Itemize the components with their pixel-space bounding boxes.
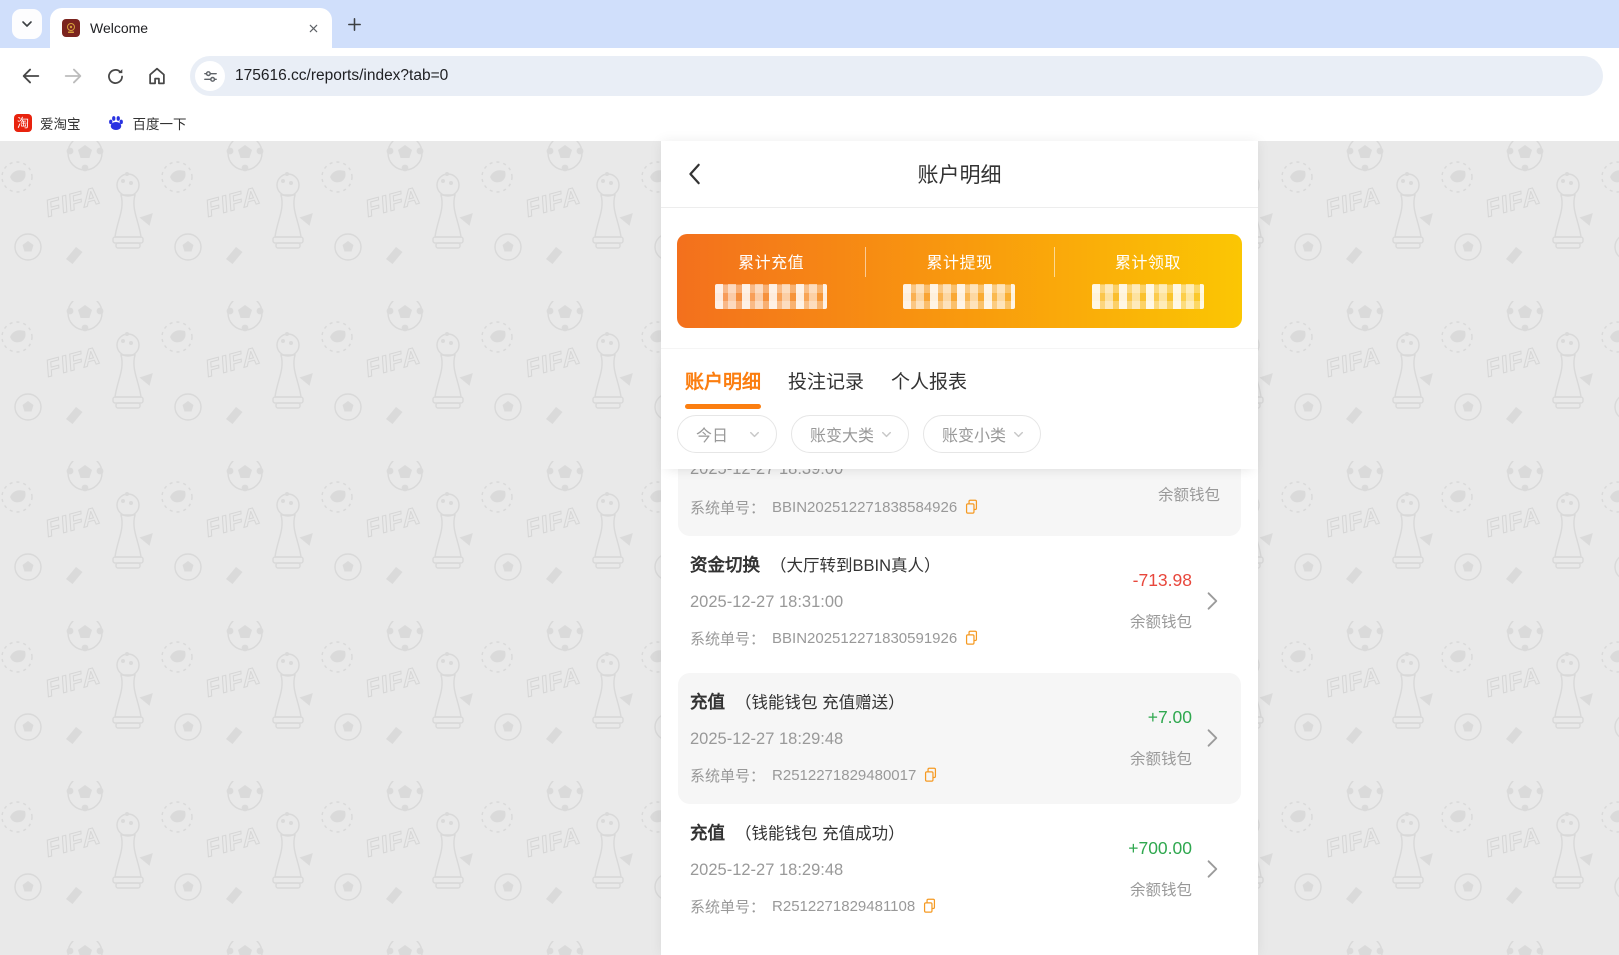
transaction-row[interactable]: 充值 （钱能钱包 充值赠送） 2025-12-27 18:29:48 系统单号：… (678, 673, 1241, 804)
copy-icon (925, 767, 937, 782)
account-detail-page: 账户明细 累计充值 累计提现 累计领取 账户明细 投注记录 个人报表 今日 账变… (661, 141, 1258, 955)
bookmarks-bar: 淘 爱淘宝 百度一下 (0, 104, 1619, 141)
transaction-subtitle: （钱能钱包 充值成功） (735, 825, 905, 843)
summary-section: 累计充值 累计提现 累计领取 (661, 208, 1258, 348)
transaction-type: 充值 (690, 823, 725, 843)
browser-tabstrip: Welcome (0, 0, 1619, 48)
home-button[interactable] (139, 58, 175, 94)
chevron-left-icon (689, 163, 700, 185)
transaction-list[interactable]: 2025-12-27 18:39:00 系统单号： BBIN2025122718… (661, 469, 1258, 955)
wallet-type: 余额钱包 (1129, 750, 1192, 768)
tab-search-button[interactable] (12, 9, 42, 39)
total-claimed: 累计领取 (1053, 234, 1242, 328)
transaction-subtitle: （钱能钱包 充值赠送） (735, 694, 905, 712)
arrow-left-icon (22, 68, 40, 84)
copy-icon (924, 898, 936, 913)
redacted-value (903, 284, 1016, 309)
filter-minor-category-dropdown[interactable]: 账变小类 (923, 415, 1041, 453)
new-tab-button[interactable] (340, 10, 368, 38)
copy-icon (966, 499, 978, 514)
transaction-amount: +7.00 (1147, 706, 1192, 727)
plus-icon (347, 17, 361, 31)
chevron-right-icon (1204, 589, 1220, 613)
transaction-subtitle: （大厅转到BBIN真人） (770, 557, 941, 575)
transaction-row[interactable]: 充值 （钱能钱包 充值成功） 2025-12-27 18:29:48 系统单号：… (661, 804, 1258, 935)
order-label: 系统单号： (690, 499, 766, 517)
home-icon (149, 67, 165, 85)
transaction-type: 资金切换 (690, 555, 760, 575)
url-bar[interactable]: 175616.cc/reports/index?tab=0 (190, 56, 1603, 96)
chevron-right-icon (1204, 726, 1220, 750)
browser-tab-welcome[interactable]: Welcome (50, 8, 332, 48)
back-button[interactable] (13, 58, 49, 94)
transaction-amount: -713.98 (1132, 569, 1192, 590)
order-line: 系统单号： BBIN202512271830591926 (690, 627, 979, 649)
filter-date-dropdown[interactable]: 今日 (677, 415, 777, 453)
transaction-type: 充值 (690, 692, 725, 712)
copy-button[interactable] (923, 767, 938, 783)
order-label: 系统单号： (690, 898, 766, 916)
tune-icon (203, 70, 217, 82)
order-line: 系统单号： BBIN202512271838584926 (690, 496, 979, 518)
clipped-line: 2025-12-27 18:39:00 (690, 469, 979, 480)
transaction-datetime: 2025-12-27 18:29:48 (690, 730, 844, 748)
baidu-icon (107, 114, 125, 132)
transaction-datetime: 2025-12-27 18:39:00 (690, 469, 844, 478)
chevron-down-icon (882, 431, 891, 437)
order-number: BBIN202512271830591926 (772, 629, 958, 647)
tab-bet-records[interactable]: 投注记录 (788, 349, 864, 411)
tab-account-detail[interactable]: 账户明细 (685, 349, 761, 411)
forward-button[interactable] (55, 58, 91, 94)
back-navigation-button[interactable] (675, 141, 715, 207)
total-withdraw: 累计提现 (865, 234, 1053, 328)
redacted-value (715, 284, 828, 309)
copy-button[interactable] (964, 630, 979, 646)
transaction-row[interactable]: 资金切换 （大厅转到BBIN真人） 2025-12-27 18:31:00 系统… (661, 536, 1258, 667)
redacted-value (1091, 284, 1204, 309)
transaction-datetime: 2025-12-27 18:29:48 (690, 861, 844, 879)
site-settings-button[interactable] (195, 61, 225, 91)
filter-row: 今日 账变大类 账变小类 (661, 411, 1258, 469)
page-title: 账户明细 (917, 164, 1002, 187)
totals-card: 累计充值 累计提现 累计领取 (677, 234, 1242, 328)
taobao-icon: 淘 (14, 113, 32, 132)
site-favicon (62, 19, 80, 37)
reload-icon (107, 68, 123, 84)
order-number: R2512271829480017 (772, 766, 917, 784)
chevron-down-icon (1014, 431, 1023, 437)
page-header: 账户明细 (661, 141, 1258, 208)
bookmark-baidu[interactable]: 百度一下 (107, 113, 187, 133)
order-line: 系统单号： R2512271829480017 (690, 764, 938, 786)
tabs-and-filters: 账户明细 投注记录 个人报表 今日 账变大类 账变小类 (661, 348, 1258, 469)
transaction-datetime: 2025-12-27 18:31:00 (690, 593, 844, 611)
total-deposit: 累计充值 (677, 234, 865, 328)
tab-title: Welcome (90, 20, 149, 36)
close-icon (309, 24, 317, 32)
browser-toolbar: 175616.cc/reports/index?tab=0 (0, 48, 1619, 104)
wallet-type: 余额钱包 (1129, 881, 1192, 899)
tab-close-button[interactable] (304, 19, 322, 37)
chevron-down-icon (750, 431, 759, 437)
transaction-row[interactable]: 2025-12-27 18:39:00 系统单号： BBIN2025122718… (678, 469, 1241, 536)
order-label: 系统单号： (690, 630, 766, 648)
reload-button[interactable] (97, 58, 133, 94)
order-number: R2512271829481108 (772, 897, 916, 915)
chevron-down-icon (22, 21, 32, 27)
bookmark-taobao[interactable]: 淘 爱淘宝 (14, 113, 81, 133)
transaction-amount: +700.00 (1128, 837, 1192, 858)
order-line: 系统单号： R2512271829481108 (690, 895, 937, 917)
copy-icon (966, 630, 978, 645)
tab-personal-report[interactable]: 个人报表 (891, 349, 967, 411)
copy-button[interactable] (964, 499, 979, 515)
copy-button[interactable] (922, 898, 937, 914)
arrow-right-icon (64, 68, 82, 84)
wallet-type: 余额钱包 (1129, 613, 1192, 631)
wallet-type: 余额钱包 (1157, 487, 1220, 504)
order-label: 系统单号： (690, 767, 766, 785)
filter-major-category-dropdown[interactable]: 账变大类 (791, 415, 909, 453)
order-number: BBIN202512271838584926 (772, 498, 958, 516)
chevron-right-icon (1204, 857, 1220, 881)
report-tabs: 账户明细 投注记录 个人报表 (661, 349, 1258, 411)
url-text[interactable]: 175616.cc/reports/index?tab=0 (235, 67, 448, 85)
